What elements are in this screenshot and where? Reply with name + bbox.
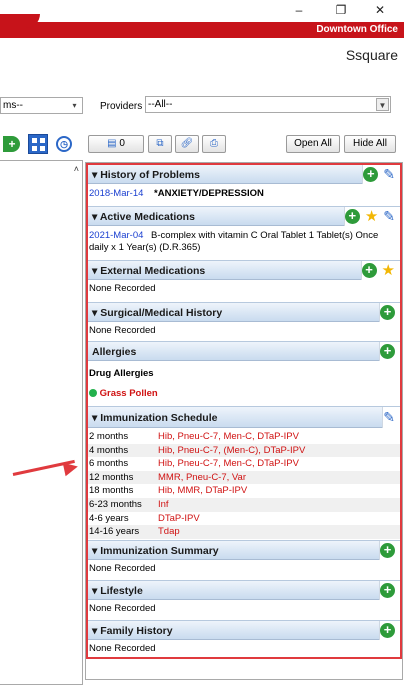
- left-list-panel[interactable]: ˄: [0, 160, 83, 685]
- print-icon: ⎙: [210, 138, 218, 149]
- header-bar: Downtown Office: [0, 22, 404, 38]
- document-count: 0: [119, 138, 125, 149]
- restore-button[interactable]: ❐: [332, 2, 350, 18]
- providers-select[interactable]: --All-- ▼: [145, 96, 391, 113]
- problems-filter-select[interactable]: ms-- ▾: [0, 97, 83, 114]
- open-all-button[interactable]: Open All: [286, 135, 340, 153]
- timer-icon[interactable]: ◷: [56, 136, 72, 152]
- copy-icon: ⧉: [156, 138, 164, 149]
- document-count-button[interactable]: ▤ 0: [88, 135, 144, 153]
- office-name: Downtown Office: [316, 24, 398, 35]
- annotation-arrow-head: [62, 459, 80, 477]
- problems-filter-value: ms--: [3, 100, 23, 111]
- close-button[interactable]: ✕: [371, 2, 389, 18]
- org-name: Ssquare: [345, 47, 398, 63]
- document-icon: ▤: [107, 138, 117, 149]
- print-button[interactable]: ⎙: [202, 135, 226, 153]
- window-titlebar: – ❐ ✕: [0, 0, 404, 22]
- highlight-box: [86, 163, 402, 659]
- link-icon: 🔗︎: [180, 138, 194, 149]
- hide-all-button[interactable]: Hide All: [344, 135, 396, 153]
- add-icon[interactable]: +: [4, 136, 20, 152]
- copy-button[interactable]: ⧉: [148, 135, 172, 153]
- chevron-down-icon: ▾: [72, 101, 77, 110]
- chevron-down-icon[interactable]: ▼: [376, 98, 389, 111]
- providers-label: Providers: [100, 101, 143, 112]
- minimize-button[interactable]: –: [290, 2, 308, 18]
- link-button[interactable]: 🔗︎: [175, 135, 199, 153]
- providers-value: --All--: [148, 99, 173, 110]
- scroll-up-icon[interactable]: ˄: [74, 164, 79, 174]
- grid-view-icon[interactable]: [28, 134, 48, 154]
